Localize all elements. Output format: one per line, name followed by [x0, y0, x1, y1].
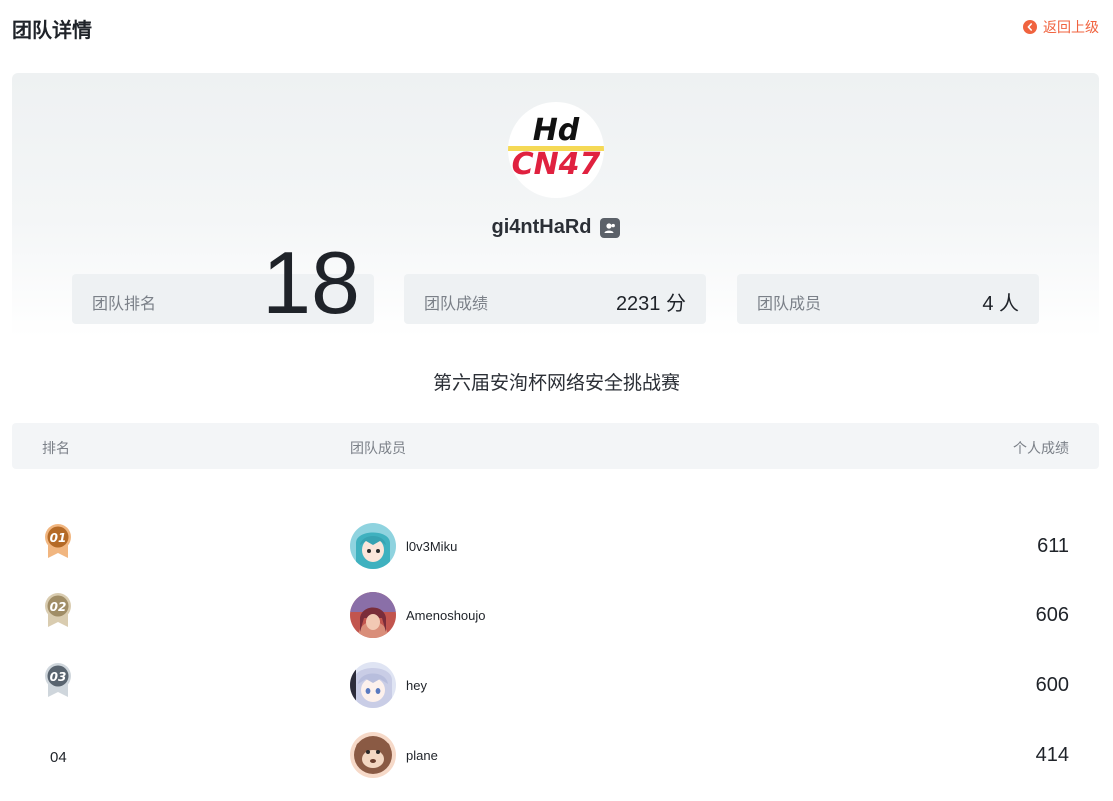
bronze-medal-icon: 03	[42, 661, 74, 699]
member-score: 600	[1035, 674, 1069, 696]
member-count-number: 4	[982, 293, 994, 315]
avatar	[350, 662, 396, 708]
avatar	[350, 523, 396, 569]
contest-title: 第六届安洵杯网络安全挑战赛	[432, 373, 680, 394]
page-title: 团队详情	[12, 20, 92, 42]
silver-medal-icon: 02	[42, 591, 74, 629]
column-header-rank: 排名	[42, 440, 70, 456]
column-header-member: 团队成员	[350, 440, 406, 456]
rank-number: 01	[50, 531, 67, 545]
team-score-value: 2231 分	[616, 287, 686, 316]
rank-number: 02	[50, 600, 67, 614]
member-count-unit: 人	[999, 293, 1019, 315]
team-rank-value: 18	[262, 233, 360, 332]
stat-label: 团队成绩	[424, 296, 489, 313]
rank-number: 03	[50, 670, 67, 684]
table-row: 03 hey 600	[12, 662, 1099, 731]
members-table-header: 排名 团队成员 个人成绩	[12, 423, 1099, 469]
logo-text-top: Hd	[533, 113, 580, 148]
member-count-value: 4 人	[982, 287, 1019, 316]
back-button[interactable]: 返回上级	[1023, 17, 1099, 37]
table-row: 02 Amenoshoujo 606	[12, 592, 1099, 661]
team-name: gi4ntHaRd	[491, 216, 592, 238]
avatar	[350, 592, 396, 638]
rank-number: 04	[50, 749, 67, 766]
team-summary-panel: Hd CN47 gi4ntHaRd 团队排名 18 团队成绩 2231 分 团队…	[12, 73, 1099, 338]
score-number: 2231	[615, 293, 661, 315]
table-row: 01 l0v3Miku 611	[12, 523, 1099, 592]
chevron-left-icon	[1023, 20, 1037, 34]
member-name[interactable]: hey	[406, 678, 427, 693]
table-row: 04 plane 414	[12, 732, 1099, 801]
stat-card-members: 团队成员 4 人	[737, 274, 1039, 324]
member-name[interactable]: Amenoshoujo	[406, 608, 486, 623]
score-unit: 分	[666, 293, 686, 315]
avatar	[350, 732, 396, 778]
column-header-score: 个人成绩	[1013, 440, 1069, 456]
member-score: 606	[1035, 604, 1069, 626]
gold-medal-icon: 01	[42, 522, 74, 560]
stat-label: 团队成员	[757, 296, 822, 313]
member-name[interactable]: l0v3Miku	[406, 539, 457, 554]
member-score: 611	[1037, 535, 1069, 557]
member-name[interactable]: plane	[406, 748, 438, 763]
member-score: 414	[1035, 744, 1069, 766]
back-label: 返回上级	[1043, 19, 1099, 35]
stat-card-score: 团队成绩 2231 分	[404, 274, 706, 324]
stat-label: 团队排名	[92, 296, 157, 313]
stat-card-rank: 团队排名 18	[72, 239, 374, 327]
logo-text-bottom: CN47	[512, 147, 601, 182]
team-logo: Hd CN47	[508, 102, 604, 198]
team-users-icon	[599, 217, 620, 238]
